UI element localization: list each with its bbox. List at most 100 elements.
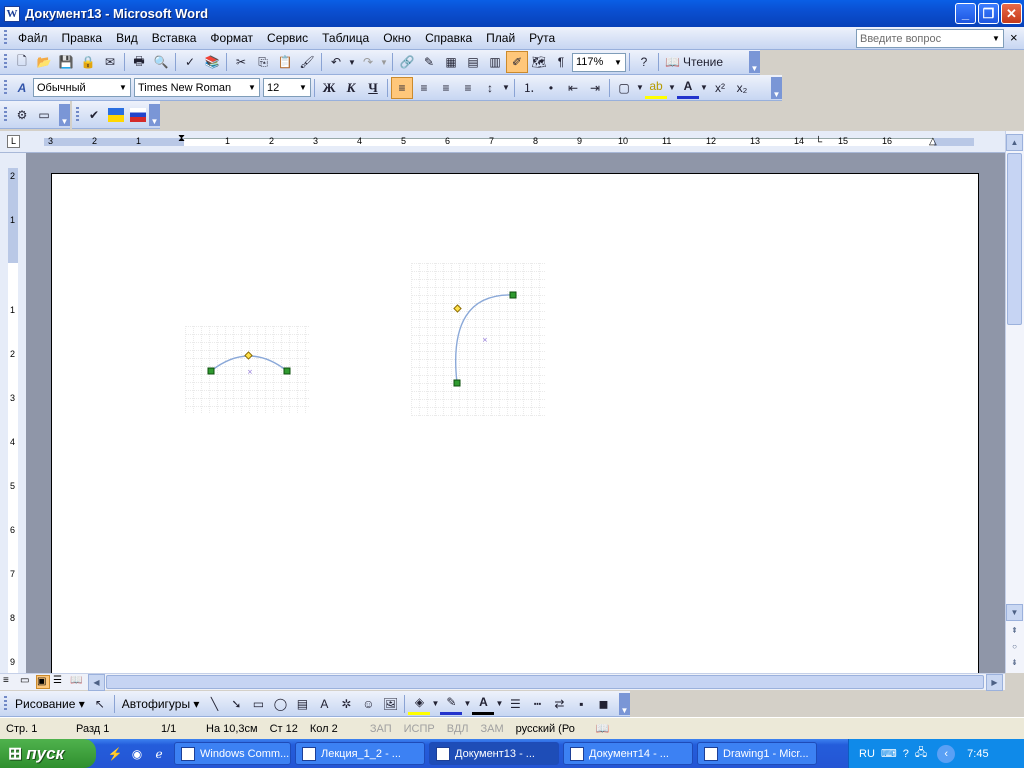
drawing-menu-button[interactable]: Рисование ▾ [11,697,89,711]
3d-style-icon[interactable]: ◼ [592,693,614,715]
line-icon[interactable]: ╲ [203,693,225,715]
word-app-icon[interactable]: W [4,5,20,22]
clip-art-icon[interactable]: ☺ [357,693,379,715]
language-indicator[interactable]: RU [859,748,875,760]
chevron-down-icon[interactable]: ▼ [635,77,645,99]
columns-icon[interactable]: ▥ [484,51,506,73]
minimize-button[interactable]: _ [955,3,976,24]
tab-selector-icon[interactable]: L [7,135,20,148]
normal-view-icon[interactable]: ≡ [3,675,17,689]
underline-button[interactable]: Ч [362,77,384,99]
email-icon[interactable]: ✉ [99,51,121,73]
chevron-down-icon[interactable]: ▼ [430,693,440,715]
show-formatting-icon[interactable]: ¶ [550,51,572,73]
italic-button[interactable]: К [340,77,362,99]
oval-icon[interactable]: ◯ [269,693,291,715]
scroll-right-icon[interactable]: ▶ [986,674,1003,691]
text-box-icon[interactable]: ▤ [291,693,313,715]
web-layout-icon[interactable]: ▭ [20,675,34,689]
highlight-icon[interactable]: ab [645,77,667,99]
line-style-icon[interactable]: ☰ [504,693,526,715]
scroll-down-icon[interactable]: ▼ [1006,604,1023,621]
align-right-icon[interactable]: ≡ [435,77,457,99]
chevron-down-icon[interactable]: ▼ [501,77,511,99]
chevron-down-icon[interactable]: ▼ [347,51,357,73]
help-question-input[interactable]: Введите вопрос ▼ [856,29,1004,48]
line-spacing-icon[interactable]: ↕ [479,77,501,99]
vertical-scrollbar[interactable]: ▲ ▼ ⇞ ○ ⇟ [1005,131,1024,673]
restore-button[interactable]: ❐ [978,3,999,24]
resize-handle-icon[interactable] [207,367,215,375]
vertical-ruler[interactable]: 2 1 1 2 3 4 5 6 7 8 9 [0,153,26,673]
close-document-icon[interactable]: × [1010,30,1018,45]
select-browse-object-icon[interactable]: ○ [1006,638,1023,655]
menu-format[interactable]: Формат [203,31,260,45]
status-extend[interactable]: ВДЛ [441,723,475,735]
spelling-status-icon[interactable]: 📖 [590,722,616,735]
borders-icon[interactable]: ▢ [613,77,635,99]
chevron-down-icon[interactable]: ▼ [699,77,709,99]
drawing-icon[interactable]: ✐ [506,51,528,73]
chevron-down-icon[interactable]: ▼ [379,51,389,73]
scroll-up-icon[interactable]: ▲ [1006,134,1023,151]
status-record-macro[interactable]: ЗАП [364,723,398,735]
styles-formatting-icon[interactable]: A [11,77,33,99]
network-icon[interactable]: 🖧 [915,744,927,763]
document-map-icon[interactable]: 🗺 [528,51,550,73]
format-painter-icon[interactable]: 🖌 [296,51,318,73]
document-area[interactable]: × × [26,153,1005,673]
menu-ruta[interactable]: Рута [522,31,562,45]
status-track-changes[interactable]: ИСПР [398,723,441,735]
spelling-icon[interactable]: ✓ [179,51,201,73]
toolbar-options-icon[interactable]: ▼ [619,692,630,715]
paste-icon[interactable]: 📋 [274,51,296,73]
status-language[interactable]: русский (Ро [510,723,590,735]
bold-button[interactable]: Ж [318,77,340,99]
font-select[interactable]: Times New Roman ▼ [134,78,260,97]
tables-borders-icon[interactable]: ✎ [418,51,440,73]
font-size-select[interactable]: 12 ▼ [263,78,311,97]
font-color-icon[interactable]: A [472,693,495,715]
title-bar[interactable]: W Документ13 - Microsoft Word _ ❐ ✕ [0,0,1024,27]
horizontal-ruler[interactable]: L 3 2 1 1 2 3 4 5 6 7 8 9 10 11 12 13 14… [0,131,1005,153]
previous-page-icon[interactable]: ⇞ [1006,622,1023,639]
drawing-canvas[interactable]: × [185,326,309,414]
quicklaunch-app-icon[interactable]: ⚡ [104,743,126,765]
menu-table[interactable]: Таблица [315,31,376,45]
new-document-icon[interactable]: 🗋 [11,51,33,73]
reading-view-icon[interactable]: 📖 [70,675,84,689]
toolbar-grip[interactable] [4,79,7,96]
horizontal-scrollbar[interactable]: ≡ ▭ ▣ ☰ 📖 ◀ ▶ [0,673,1005,691]
drawing-canvas[interactable]: × [411,263,545,416]
reading-mode-button[interactable]: 📖 Чтение [662,51,726,73]
autoshapes-menu-button[interactable]: Автофигуры ▾ [118,697,204,711]
copy-icon[interactable]: ⎘ [252,51,274,73]
document-page[interactable]: × × [51,173,979,673]
task-button[interactable]: Drawing1 - Micr... [697,742,817,765]
dash-style-icon[interactable]: ┅ [526,693,548,715]
subscript-button[interactable]: x₂ [731,77,753,99]
toolbar-grip[interactable] [76,106,79,123]
toolbar-grip[interactable] [4,106,7,123]
chevron-down-icon[interactable]: ▼ [667,77,677,99]
scroll-left-icon[interactable]: ◀ [88,674,105,691]
undo-icon[interactable]: ↶ [325,51,347,73]
task-button[interactable]: Документ14 - ... [563,742,693,765]
start-button[interactable]: ⊞ пуск [0,739,96,768]
save-icon[interactable]: 💾 [55,51,77,73]
indent-marker-icon[interactable]: ⧗ [178,133,185,144]
justify-icon[interactable]: ≡ [457,77,479,99]
align-left-icon[interactable]: ≡ [391,76,413,99]
print-icon[interactable]: 🖶 [128,51,150,73]
wordart-icon[interactable]: A [313,693,335,715]
style-select[interactable]: Обычный ▼ [33,78,131,97]
cut-icon[interactable]: ✂ [230,51,252,73]
superscript-button[interactable]: x² [709,77,731,99]
numbering-icon[interactable]: ⒈ [518,77,540,99]
status-overtype[interactable]: ЗАМ [475,723,510,735]
toolbar-options-icon[interactable]: ▼ [149,103,160,126]
toolbar-options-icon[interactable]: ▼ [59,103,70,126]
fill-color-icon[interactable]: ◈ [408,693,431,715]
scroll-thumb[interactable] [106,675,984,689]
research-icon[interactable]: 📚 [201,51,223,73]
